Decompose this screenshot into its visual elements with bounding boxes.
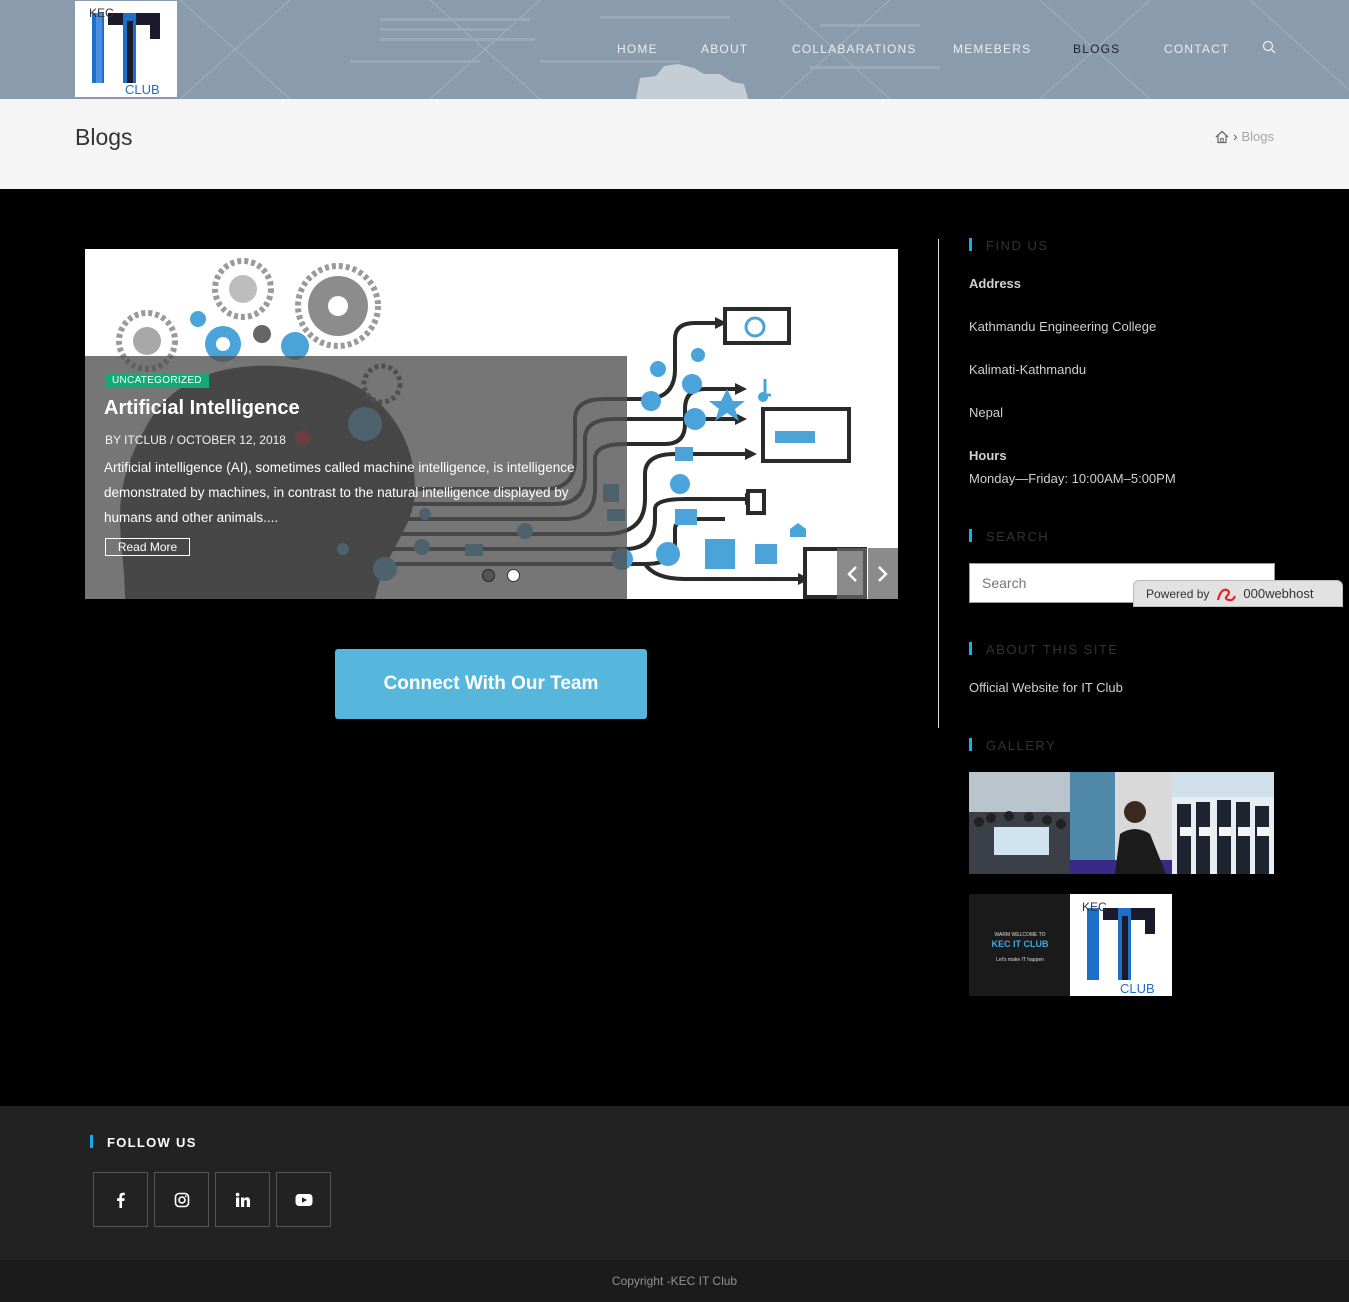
welcome-line-1: WARM WELCOME TO <box>994 932 1046 938</box>
address-label: Address <box>969 276 1022 291</box>
svg-text:CLUB: CLUB <box>1120 981 1155 996</box>
about-site-text: Official Website for IT Club <box>969 680 1123 695</box>
svg-text:KEC: KEC <box>1082 900 1107 914</box>
nav-memebers[interactable]: MEMEBERS <box>953 42 1031 56</box>
hours-text: Monday—Friday: 10:00AM–5:00PM <box>969 471 1176 486</box>
footer-bottom-bar: Copyright -KEC IT Club <box>0 1260 1349 1302</box>
widget-title-find-us: FIND US <box>969 238 1049 253</box>
youtube-icon <box>295 1193 312 1206</box>
slide-caption: UNCATEGORIZED Artificial Intelligence BY… <box>85 356 627 599</box>
gallery-image-certificates[interactable] <box>1172 772 1274 874</box>
chevron-right-icon <box>878 566 888 582</box>
powered-by-label: Powered by <box>1146 586 1210 601</box>
nav-about[interactable]: ABOUT <box>701 42 748 56</box>
facebook-icon <box>116 1192 125 1208</box>
gallery-image-welcome[interactable]: WARM WELCOME TO KEC IT CLUB Let's make I… <box>969 894 1071 996</box>
post-title[interactable]: Artificial Intelligence <box>104 397 300 420</box>
site-header: KEC CLUB HOME ABOUT COLLABARATIONS MEMEB… <box>0 0 1349 99</box>
main-navigation: HOME ABOUT COLLABARATIONS MEMEBERS BLOGS… <box>0 40 1349 56</box>
linkedin-icon <box>235 1192 250 1207</box>
read-more-button[interactable]: Read More <box>105 538 190 556</box>
breadcrumb-current: Blogs <box>1241 129 1274 144</box>
instagram-icon <box>174 1192 189 1207</box>
widget-title-about: ABOUT THIS SITE <box>969 642 1119 657</box>
copyright-text: Copyright -KEC IT Club <box>611 1274 738 1288</box>
address-line-city: Kalimati-Kathmandu <box>969 362 1087 377</box>
follow-us-title: FOLLOW US <box>90 1135 197 1150</box>
page-title: Blogs <box>75 124 133 150</box>
nav-collabarations[interactable]: COLLABARATIONS <box>792 42 917 56</box>
blog-slider: UNCATEGORIZED Artificial Intelligence BY… <box>85 249 898 599</box>
instagram-link[interactable] <box>154 1172 209 1227</box>
linkedin-link[interactable] <box>215 1172 270 1227</box>
home-icon[interactable] <box>1215 130 1229 144</box>
page-header: Blogs › Blogs <box>0 99 1349 189</box>
powered-by-badge[interactable]: Powered by 000webhost <box>1133 580 1343 607</box>
nav-home[interactable]: HOME <box>617 42 658 56</box>
search-icon[interactable] <box>1262 40 1276 54</box>
breadcrumb-separator-icon: › <box>1233 129 1238 144</box>
nav-blogs[interactable]: BLOGS <box>1073 42 1120 56</box>
welcome-line-2: KEC IT CLUB <box>991 939 1049 949</box>
youtube-link[interactable] <box>276 1172 331 1227</box>
nav-contact[interactable]: CONTACT <box>1164 42 1230 56</box>
sidebar-divider <box>938 239 939 728</box>
welcome-line-3: Let's make IT happen <box>996 957 1044 963</box>
address-line-country: Nepal <box>969 405 1003 420</box>
post-excerpt: Artificial intelligence (AI), sometimes … <box>104 460 575 525</box>
widget-title-search: SEARCH <box>969 529 1049 544</box>
slider-prev-button[interactable] <box>837 548 867 599</box>
breadcrumb: › Blogs <box>1215 129 1274 144</box>
logo-club-text: CLUB <box>125 82 160 97</box>
hours-label: Hours <box>969 448 1007 463</box>
site-footer: FOLLOW US <box>0 1106 1349 1260</box>
widget-title-gallery: GALLERY <box>969 738 1056 753</box>
address-line-college: Kathmandu Engineering College <box>969 319 1157 334</box>
powered-by-brand: 000webhost <box>1243 586 1314 601</box>
gallery-image-group-photo[interactable] <box>969 772 1071 874</box>
gallery-image-speaker[interactable] <box>1070 772 1172 874</box>
post-meta: BY ITCLUB / OCTOBER 12, 2018 <box>105 433 286 447</box>
slider-dot-1[interactable] <box>482 569 495 582</box>
slider-next-button[interactable] <box>868 548 898 599</box>
slider-dot-2[interactable] <box>507 569 520 582</box>
connect-team-button[interactable]: Connect With Our Team <box>335 649 647 719</box>
facebook-link[interactable] <box>93 1172 148 1227</box>
chevron-left-icon <box>847 566 857 582</box>
slider-pagination <box>482 569 520 582</box>
category-badge[interactable]: UNCATEGORIZED <box>105 373 209 388</box>
webhost-logo-icon <box>1217 588 1237 601</box>
gallery-image-logo[interactable]: KEC CLUB <box>1070 894 1172 996</box>
logo-kec-text: KEC <box>89 6 114 20</box>
